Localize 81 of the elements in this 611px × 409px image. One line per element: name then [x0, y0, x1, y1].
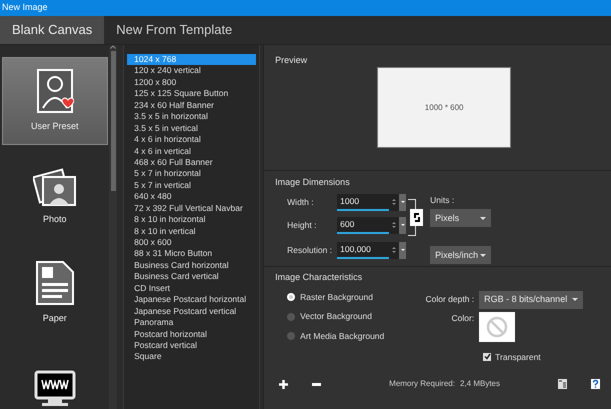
dropdown-button[interactable]	[399, 216, 406, 234]
dropdown-button[interactable]	[399, 242, 406, 258]
radio-button[interactable]	[287, 332, 296, 340]
preset-item[interactable]: 8 x 10 in vertical	[127, 226, 256, 237]
plus-icon[interactable]	[279, 380, 288, 389]
preset-item[interactable]: Japanese Postcard vertical	[127, 306, 256, 318]
preset-item[interactable]: Square	[127, 351, 256, 363]
tab[interactable]: New From Template	[104, 16, 244, 44]
preset-item[interactable]: 1200 x 800	[127, 76, 256, 88]
preset-item[interactable]: 125 x 125 Square Button	[127, 88, 256, 100]
category-tile[interactable]: User Preset	[2, 57, 108, 145]
category-tile[interactable]: Paper	[2, 249, 108, 337]
number-field[interactable]: 600	[337, 216, 390, 234]
radio-label: Vector Background	[300, 310, 372, 323]
preset-item[interactable]: 800 x 600	[127, 237, 256, 248]
checkbox[interactable]	[483, 352, 492, 361]
units-dropdown[interactable]: Pixels	[430, 209, 492, 228]
preset-item[interactable]: Panorama	[127, 317, 256, 328]
spin-button[interactable]	[389, 216, 400, 234]
preset-item[interactable]: 120 x 240 vertical	[127, 65, 256, 77]
resolution-units-dropdown[interactable]: Pixels/inch	[430, 246, 492, 264]
preset-item[interactable]: 4 x 6 in horizontal	[127, 134, 256, 146]
color-swatch[interactable]	[479, 312, 516, 342]
photo-icon	[32, 167, 77, 208]
preset-item[interactable]: 468 x 60 Full Banner	[127, 156, 256, 168]
tab[interactable]: Blank Canvas	[0, 16, 104, 44]
check-icon	[484, 353, 491, 360]
document-icon	[34, 260, 75, 306]
units-label: Units :	[430, 194, 456, 206]
spin-button[interactable]	[389, 242, 400, 258]
memory-label: Memory Required:	[389, 378, 455, 390]
caret-icon	[480, 216, 486, 220]
caret-icon	[572, 298, 578, 301]
preset-item[interactable]: 5 x 7 in horizontal	[127, 168, 256, 180]
radio-button[interactable]	[287, 292, 296, 301]
preset-item[interactable]: Japanese Postcard horizontal	[127, 294, 256, 306]
monitor-icon	[34, 370, 76, 408]
color-depth-dropdown[interactable]: RGB - 8 bits/channel	[479, 290, 584, 308]
preset-item[interactable]: 3.5 x 5 in vertical	[127, 122, 256, 134]
field-label: Height :	[286, 218, 318, 232]
dropdown-button[interactable]	[399, 194, 406, 210]
radio-label: Art Media Background	[300, 330, 384, 343]
help-icon[interactable]	[590, 379, 600, 390]
radio-label: Raster Background	[300, 290, 373, 304]
preset-item[interactable]: Business Card horizontal	[127, 260, 256, 272]
color-label: Color:	[450, 312, 474, 324]
section-title: Image Characteristics	[275, 271, 364, 284]
preset-item[interactable]: 72 x 392 Full Vertical Navbar	[127, 202, 256, 214]
preset-item[interactable]: 234 x 60 Half Banner	[127, 100, 256, 112]
caret-icon	[480, 254, 486, 257]
spin-button[interactable]	[389, 194, 400, 210]
checkbox-label: Transparent	[495, 350, 541, 364]
preset-item[interactable]: 640 x 480	[127, 191, 256, 203]
preset-item[interactable]: 5 x 7 in vertical	[127, 180, 256, 192]
window-title: New Image	[2, 1, 48, 14]
scroll-up-icon[interactable]	[110, 45, 116, 49]
canvas-preview: 1000 * 600	[377, 67, 512, 148]
preset-item[interactable]: Business Card vertical	[127, 271, 256, 283]
number-field[interactable]: 100,000	[337, 242, 390, 258]
preset-item[interactable]: 8 x 10 in horizontal	[127, 214, 256, 226]
no-color-icon	[486, 316, 508, 338]
preset-item[interactable]: 88 x 31 Micro Button	[127, 248, 256, 260]
category-tile[interactable]: Photo	[2, 153, 108, 241]
preset-item[interactable]: Postcard vertical	[127, 340, 256, 352]
section-title: Image Dimensions	[275, 176, 351, 189]
preset-item[interactable]: Postcard horizontal	[127, 328, 256, 340]
number-field[interactable]: 1000	[337, 194, 390, 210]
memory-value: 2,4 MBytes	[460, 378, 500, 390]
field-label: Resolution :	[286, 244, 334, 256]
link-toggle-button[interactable]	[410, 208, 424, 226]
preset-item[interactable]: 4 x 6 in vertical	[127, 146, 256, 157]
radio-button[interactable]	[287, 312, 296, 321]
chain-link-icon	[412, 212, 421, 222]
field-label: Width :	[286, 196, 315, 208]
minus-icon[interactable]	[312, 382, 322, 386]
color-depth-label: Color depth :	[425, 293, 474, 306]
preset-item[interactable]: CD Insert	[127, 282, 256, 294]
section-title: Preview	[275, 54, 308, 67]
preset-item[interactable]: 3.5 x 5 in horizontal	[127, 111, 256, 123]
scrollbar[interactable]	[109, 45, 118, 409]
list-icon[interactable]	[558, 379, 567, 390]
